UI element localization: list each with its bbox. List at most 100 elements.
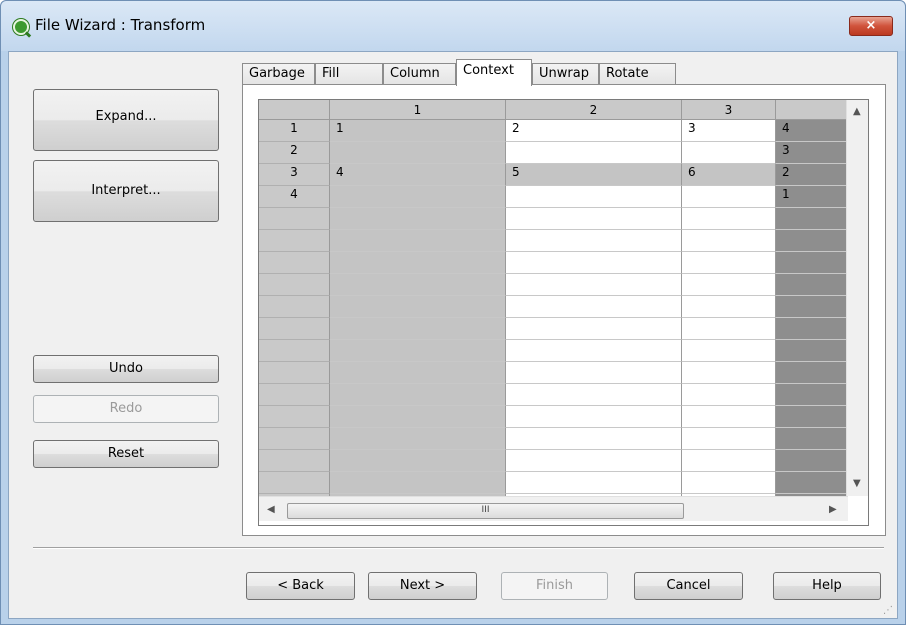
next-button[interactable]: Next > [368,572,477,600]
scroll-down-icon[interactable]: ▼ [853,478,861,489]
grid-cell[interactable] [776,252,848,274]
grid-cell[interactable] [506,428,682,450]
grid-cell[interactable] [682,428,776,450]
row-header[interactable]: 2 [259,142,330,164]
horizontal-scrollbar[interactable]: ◀ III ▶ [259,496,848,521]
grid-cell[interactable] [330,208,506,230]
grid-cell[interactable] [330,472,506,494]
grid-cell[interactable] [506,274,682,296]
row-header[interactable] [259,450,330,472]
vertical-scrollbar[interactable]: ▲ ▼ [846,100,868,496]
help-button[interactable]: Help [773,572,881,600]
grid-cell[interactable] [776,318,848,340]
grid-cell[interactable] [330,450,506,472]
grid-cell[interactable] [330,296,506,318]
grid-cell[interactable] [506,450,682,472]
back-button[interactable]: < Back [246,572,355,600]
grid-cell[interactable] [682,230,776,252]
tab-garbage[interactable]: Garbage [242,63,315,85]
row-header[interactable]: 3 [259,164,330,186]
grid-cell[interactable]: 2 [506,120,682,142]
cancel-button[interactable]: Cancel [634,572,743,600]
grid-cell[interactable] [776,340,848,362]
grid-cell[interactable] [776,472,848,494]
grid-cell[interactable] [682,274,776,296]
grid-cell[interactable] [330,340,506,362]
grid-cell[interactable] [330,142,506,164]
grid-cell[interactable]: 4 [776,120,848,142]
grid-cell[interactable] [506,362,682,384]
row-header[interactable] [259,208,330,230]
row-header[interactable] [259,340,330,362]
grid-cell[interactable]: 6 [682,164,776,186]
horizontal-scroll-thumb[interactable]: III [287,503,684,519]
grid-cell[interactable] [776,296,848,318]
grid-cell[interactable] [506,252,682,274]
grid-cell[interactable] [330,186,506,208]
grid-cell[interactable] [776,428,848,450]
grid-cell[interactable] [682,252,776,274]
grid-cell[interactable]: 5 [506,164,682,186]
grid-cell[interactable]: 3 [682,120,776,142]
grid-cell[interactable] [776,384,848,406]
grid-cell[interactable] [776,362,848,384]
tab-rotate[interactable]: Rotate [599,63,676,85]
row-header[interactable] [259,318,330,340]
scroll-right-icon[interactable]: ▶ [829,504,837,515]
grid-cell[interactable] [682,296,776,318]
column-header-2[interactable]: 2 [506,100,682,120]
grid-cell[interactable]: 1 [776,186,848,208]
grid-cell[interactable] [506,340,682,362]
data-grid[interactable]: 1 2 3 11234233456241 ▲ ▼ ◀ III ▶ [258,99,869,526]
grid-cell[interactable]: 4 [330,164,506,186]
row-header[interactable] [259,384,330,406]
grid-cell[interactable] [330,384,506,406]
grid-cell[interactable] [330,230,506,252]
resize-grip-icon[interactable]: ⋰ [883,605,893,616]
row-header[interactable] [259,406,330,428]
finish-button[interactable]: Finish [501,572,608,600]
row-header[interactable] [259,230,330,252]
grid-cell[interactable] [776,406,848,428]
scroll-up-icon[interactable]: ▲ [853,106,861,117]
grid-cell[interactable] [330,318,506,340]
row-header[interactable] [259,362,330,384]
grid-cell[interactable] [682,340,776,362]
row-header[interactable] [259,296,330,318]
grid-cell[interactable] [506,208,682,230]
row-header[interactable] [259,274,330,296]
grid-cell[interactable] [330,252,506,274]
scroll-left-icon[interactable]: ◀ [267,504,275,515]
grid-cell[interactable] [776,274,848,296]
grid-cell[interactable] [330,362,506,384]
grid-cell[interactable] [506,296,682,318]
column-header-1[interactable]: 1 [330,100,506,120]
row-header[interactable]: 1 [259,120,330,142]
title-bar[interactable]: File Wizard : Transform × [1,1,905,51]
grid-cell[interactable] [682,142,776,164]
grid-cell[interactable]: 1 [330,120,506,142]
row-header[interactable] [259,428,330,450]
row-header[interactable] [259,252,330,274]
grid-cell[interactable] [682,362,776,384]
tab-unwrap[interactable]: Unwrap [532,63,599,85]
close-button[interactable]: × [849,16,893,36]
tab-column[interactable]: Column [383,63,456,85]
grid-cell[interactable]: 3 [776,142,848,164]
grid-cell[interactable]: 2 [776,164,848,186]
grid-cell[interactable] [682,208,776,230]
grid-cell[interactable] [682,450,776,472]
grid-cell[interactable] [330,274,506,296]
grid-cell[interactable] [330,406,506,428]
column-header-4[interactable] [776,100,848,120]
grid-cell[interactable] [682,406,776,428]
grid-cell[interactable] [682,384,776,406]
grid-cell[interactable] [330,428,506,450]
grid-cell[interactable] [682,472,776,494]
grid-cell[interactable] [682,186,776,208]
row-header[interactable] [259,472,330,494]
grid-cell[interactable] [776,208,848,230]
grid-cell[interactable] [506,230,682,252]
column-header-3[interactable]: 3 [682,100,776,120]
grid-cell[interactable] [506,142,682,164]
